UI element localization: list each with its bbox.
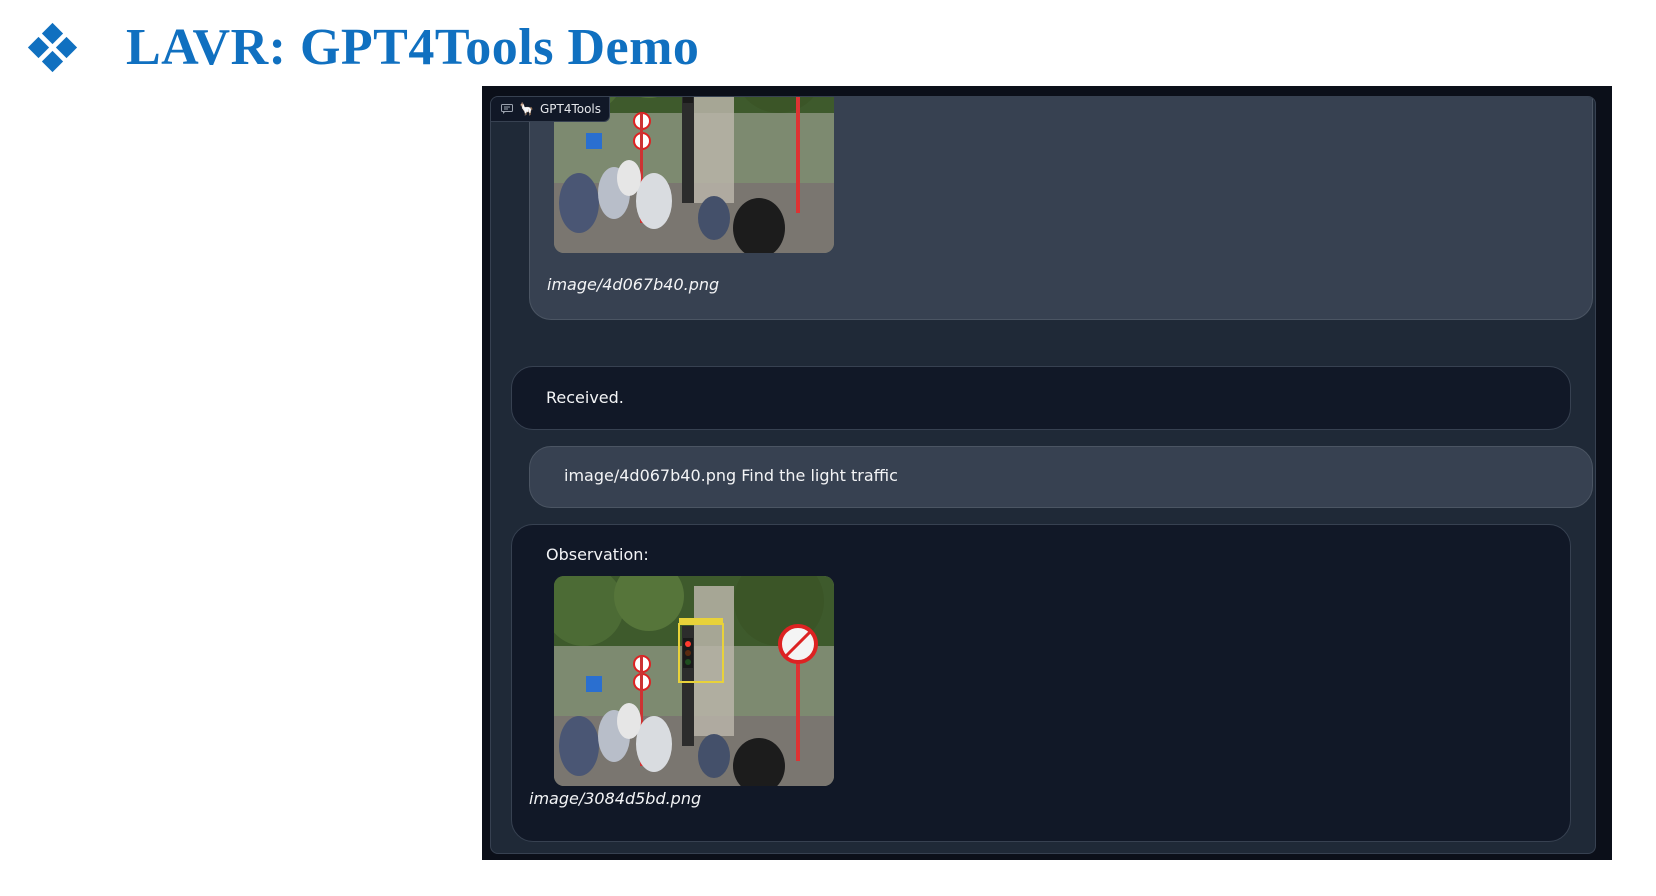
bot-message: Observation: image/3084d5bd.png [511, 524, 1571, 842]
chatbot-panel[interactable]: 🦙 GPT4Tools image/4d067b40.png Received.… [490, 96, 1596, 854]
bot-message-text: Received. [546, 388, 624, 407]
bot-message: Received. [511, 366, 1571, 430]
bot-message-text: Observation: [546, 545, 649, 564]
chat-bubble-icon [501, 104, 513, 114]
image-caption: image/3084d5bd.png [529, 789, 702, 808]
diamond-bullet-icon [27, 22, 78, 73]
user-message-text: image/4d067b40.png Find the light traffi… [564, 466, 898, 485]
chatbot-label: 🦙 GPT4Tools [491, 97, 611, 122]
message-list[interactable]: image/4d067b40.png Received. image/4d067… [491, 97, 1595, 853]
street-scene-detection-image [554, 576, 834, 786]
user-message: image/4d067b40.png Find the light traffi… [529, 446, 1593, 508]
slide-title-text: LAVR: GPT4Tools Demo [126, 19, 700, 76]
image-caption: image/4d067b40.png [547, 275, 720, 294]
gradio-app-window: 🦙 GPT4Tools image/4d067b40.png Received.… [482, 86, 1612, 860]
result-image-thumbnail[interactable] [554, 576, 834, 786]
llama-icon: 🦙 [519, 102, 534, 116]
chatbot-label-text: GPT4Tools [539, 102, 602, 116]
slide-title: LAVR: GPT4Tools Demo [27, 18, 700, 78]
user-message: image/4d067b40.png [529, 97, 1593, 320]
